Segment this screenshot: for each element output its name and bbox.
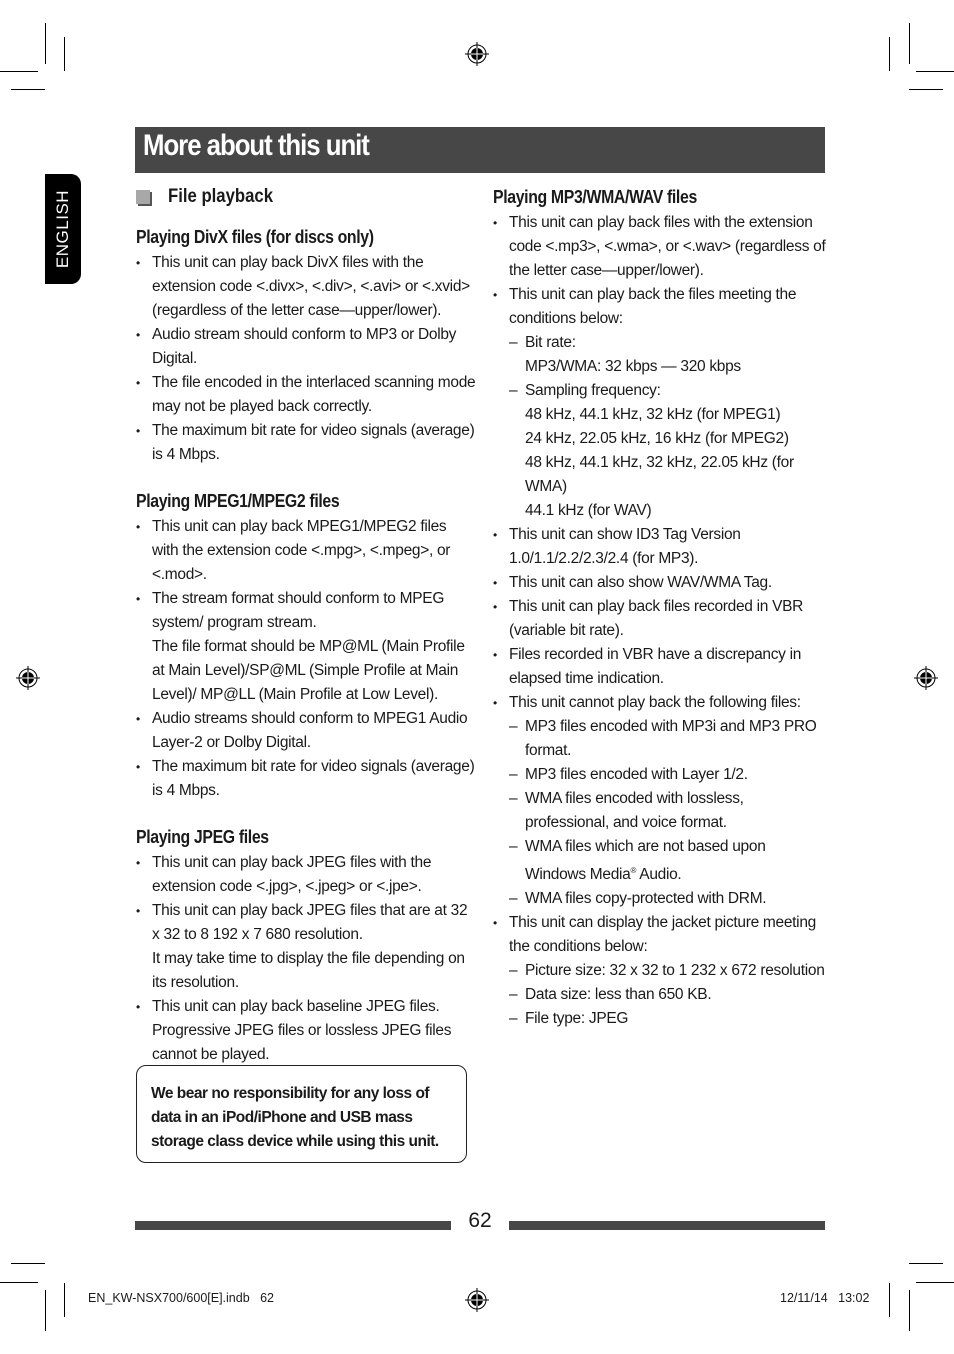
page-number: 62: [468, 1209, 492, 1232]
list-item: Audio stream should conform to MP3 or Do…: [136, 323, 476, 371]
page-bar-left: [135, 1221, 451, 1230]
conditions-list: Bit rate: MP3/WMA: 32 kbps — 320 kbps Sa…: [509, 331, 828, 523]
list-item: This unit can play back baseline JPEG fi…: [136, 995, 476, 1067]
sub-list-item: WMA files which are not based upon Windo…: [509, 835, 828, 887]
crop-mark: [916, 71, 954, 72]
notice-box: We bear no responsibility for any loss o…: [136, 1065, 467, 1163]
jpeg-list: This unit can play back JPEG files with …: [136, 851, 476, 1067]
sub-list-item: File type: JPEG: [509, 1007, 828, 1031]
footer-file-name: EN_KW-NSX700/600[E].indb 62: [88, 1291, 274, 1305]
registration-mark-icon: [914, 666, 938, 690]
list-item: This unit can play back DivX files with …: [136, 251, 476, 323]
list-item: This unit can show ID3 Tag Version 1.0/1…: [493, 523, 828, 571]
language-tab: ENGLISH: [45, 174, 81, 284]
crop-mark: [11, 1263, 45, 1264]
list-item: This unit can also show WAV/WMA Tag.: [493, 571, 828, 595]
sub-list-item: MP3 files encoded with Layer 1/2.: [509, 763, 828, 787]
notice-text: We bear no responsibility for any loss o…: [151, 1085, 439, 1150]
sub-list-item: Picture size: 32 x 32 to 1 232 x 672 res…: [509, 959, 828, 983]
mpeg-heading: Playing MPEG1/MPEG2 files: [136, 491, 340, 511]
divx-heading: Playing DivX files (for discs only): [136, 227, 374, 247]
list-item: This unit cannot play back the following…: [493, 691, 828, 911]
crop-mark: [909, 23, 910, 64]
crop-mark: [909, 1263, 943, 1264]
registration-mark-icon: [16, 666, 40, 690]
crop-mark: [889, 37, 890, 71]
list-item-note: Progressive JPEG files or lossless JPEG …: [152, 1022, 452, 1063]
list-item: Audio streams should conform to MPEG1 Au…: [136, 707, 476, 755]
mp3-wma-wav-heading: Playing MP3/WMA/WAV files: [493, 187, 697, 207]
sub-list-item: Sampling frequency: 48 kHz, 44.1 kHz, 32…: [509, 379, 828, 523]
page-title: More about this unit: [143, 129, 370, 162]
sub-list-item: WMA files encoded with lossless, profess…: [509, 787, 828, 835]
mp3-list: This unit can play back files with the e…: [493, 211, 828, 1031]
crop-mark: [916, 1282, 954, 1283]
jpeg-heading: Playing JPEG files: [136, 827, 269, 847]
crop-mark: [45, 1290, 46, 1331]
jacket-conditions-list: Picture size: 32 x 32 to 1 232 x 672 res…: [509, 959, 828, 1031]
crop-mark: [0, 1282, 38, 1283]
crop-mark: [889, 1283, 890, 1317]
section-heading: File playback: [136, 183, 476, 211]
list-item: This unit can play back files with the e…: [493, 211, 828, 283]
crop-mark: [64, 1283, 65, 1317]
registration-mark-icon: [465, 1288, 489, 1312]
crop-mark: [909, 89, 943, 90]
footer-date-time: 12/11/14 13:02: [780, 1291, 870, 1305]
list-item: This unit can play back JPEG files with …: [136, 851, 476, 899]
sub-list-item: MP3 files encoded with MP3i and MP3 PRO …: [509, 715, 828, 763]
mpeg-list: This unit can play back MPEG1/MPEG2 file…: [136, 515, 476, 803]
divx-list: This unit can play back DivX files with …: [136, 251, 476, 467]
page-bar-right: [509, 1221, 825, 1230]
cannot-play-list: MP3 files encoded with MP3i and MP3 PRO …: [509, 715, 828, 911]
sub-list-item: WMA files copy-protected with DRM.: [509, 887, 828, 911]
crop-mark: [0, 71, 38, 72]
list-item: The stream format should conform to MPEG…: [136, 587, 476, 707]
sub-list-item: Bit rate: MP3/WMA: 32 kbps — 320 kbps: [509, 331, 828, 379]
list-item: This unit can play back the files meetin…: [493, 283, 828, 523]
list-item: The file encoded in the interlaced scann…: [136, 371, 476, 419]
crop-mark: [64, 37, 65, 71]
page-title-bar: More about this unit: [135, 127, 825, 173]
crop-mark: [909, 1290, 910, 1331]
list-item: The maximum bit rate for video signals (…: [136, 755, 476, 803]
list-item: This unit can display the jacket picture…: [493, 911, 828, 1031]
registration-mark-icon: [465, 42, 489, 66]
section-title: File playback: [168, 186, 274, 207]
list-item: This unit can play back files recorded i…: [493, 595, 828, 643]
list-item: The maximum bit rate for video signals (…: [136, 419, 476, 467]
list-item-note: It may take time to display the file dep…: [152, 950, 465, 991]
sub-list-item: Data size: less than 650 KB.: [509, 983, 828, 1007]
list-item: This unit can play back MPEG1/MPEG2 file…: [136, 515, 476, 587]
left-column: File playback Playing DivX files (for di…: [136, 183, 476, 1067]
section-square-icon: [136, 190, 150, 204]
list-item: Files recorded in VBR have a discrepancy…: [493, 643, 828, 691]
list-item-note: The file format should be MP@ML (Main Pr…: [152, 638, 465, 703]
crop-mark: [45, 23, 46, 64]
language-tab-label: ENGLISH: [53, 189, 72, 269]
crop-mark: [11, 89, 45, 90]
list-item: This unit can play back JPEG files that …: [136, 899, 476, 995]
right-column: Playing MP3/WMA/WAV files This unit can …: [493, 183, 828, 1031]
